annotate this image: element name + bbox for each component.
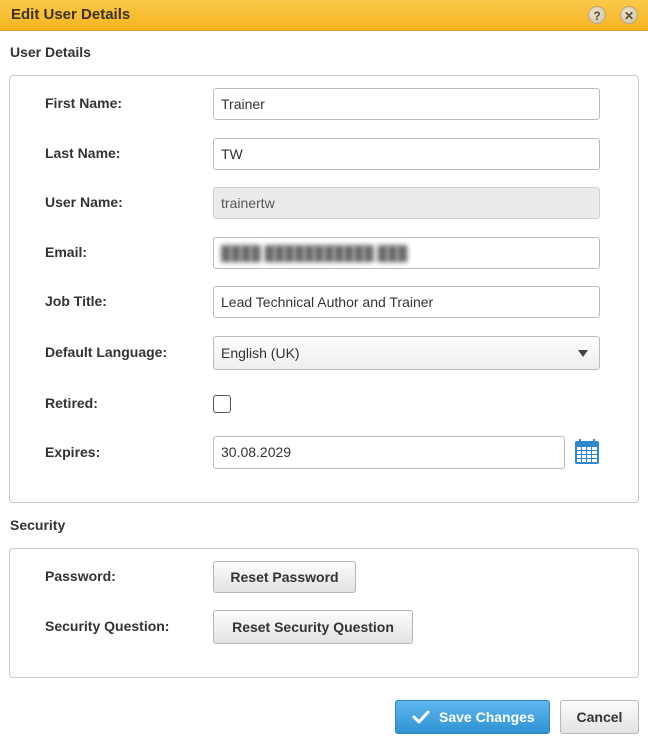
first-name-value: Trainer [221, 96, 265, 112]
close-icon[interactable]: ✕ [620, 6, 638, 24]
job-title-value: Lead Technical Author and Trainer [221, 294, 434, 310]
chevron-down-icon [578, 350, 588, 357]
help-icon[interactable]: ? [588, 6, 606, 24]
expires-label: Expires: [45, 444, 101, 460]
email-value: ████ ███████████.███ [221, 245, 408, 261]
job-title-label: Job Title: [45, 293, 107, 309]
calendar-icon[interactable] [574, 439, 600, 465]
default-language-select[interactable]: English (UK) [213, 336, 600, 370]
edit-user-dialog: Edit User Details ? ✕ User Details First… [0, 0, 648, 743]
expires-date-input[interactable]: 30.08.2029 [213, 436, 565, 469]
save-changes-button[interactable]: Save Changes [395, 700, 550, 734]
title-bar: Edit User Details ? ✕ [0, 0, 648, 31]
email-label: Email: [45, 244, 88, 260]
job-title-input[interactable]: Lead Technical Author and Trainer [213, 286, 600, 318]
dialog-title: Edit User Details [11, 6, 131, 23]
reset-security-question-button[interactable]: Reset Security Question [213, 610, 413, 644]
user-name-input: trainertw [213, 187, 600, 219]
default-language-label: Default Language: [45, 344, 168, 360]
security-question-label: Security Question: [45, 618, 170, 634]
password-label: Password: [45, 568, 116, 584]
security-heading: Security [10, 517, 66, 533]
user-details-heading: User Details [10, 44, 91, 60]
email-input[interactable]: ████ ███████████.███ [213, 237, 600, 269]
retired-checkbox[interactable] [213, 395, 231, 413]
save-changes-label: Save Changes [439, 709, 535, 725]
reset-password-button[interactable]: Reset Password [213, 561, 356, 593]
first-name-input[interactable]: Trainer [213, 88, 600, 120]
first-name-label: First Name: [45, 95, 123, 111]
last-name-value: TW [221, 146, 243, 162]
last-name-input[interactable]: TW [213, 138, 600, 170]
retired-label: Retired: [45, 395, 98, 411]
user-name-value: trainertw [221, 195, 275, 211]
checkmark-icon [412, 710, 430, 724]
user-name-label: User Name: [45, 194, 123, 210]
cancel-button[interactable]: Cancel [560, 700, 639, 734]
default-language-value: English (UK) [221, 345, 300, 361]
expires-value: 30.08.2029 [221, 444, 292, 460]
last-name-label: Last Name: [45, 145, 121, 161]
